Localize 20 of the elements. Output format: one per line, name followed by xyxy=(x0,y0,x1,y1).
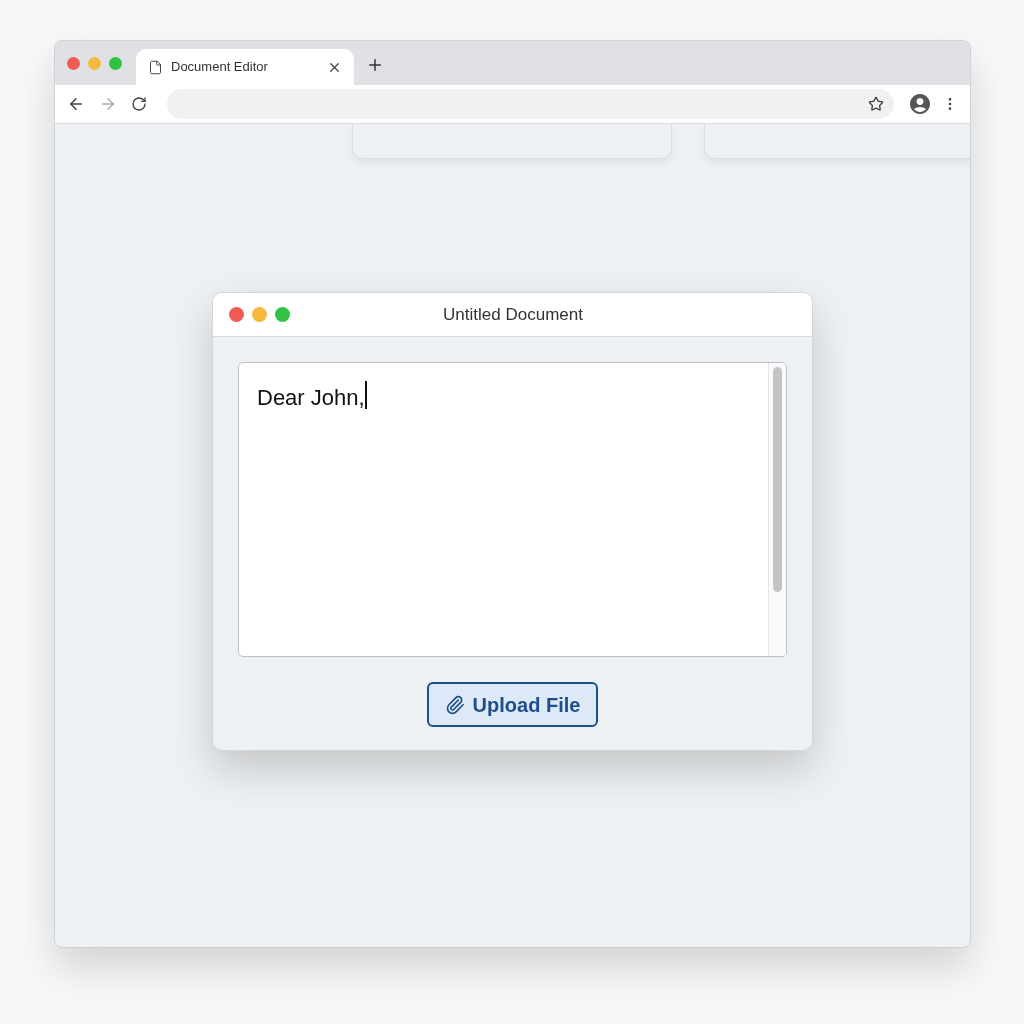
browser-tab[interactable]: Document Editor xyxy=(136,49,354,85)
star-icon[interactable] xyxy=(868,96,884,112)
close-window-button[interactable] xyxy=(67,56,80,70)
document-text: Dear John, xyxy=(257,384,365,412)
back-icon[interactable] xyxy=(67,95,85,113)
window-title: Untitled Document xyxy=(442,303,584,326)
paperclip-icon xyxy=(444,694,465,715)
forward-icon[interactable] xyxy=(99,95,117,113)
maximize-window-button[interactable] xyxy=(275,307,290,322)
scrollbar-thumb[interactable] xyxy=(773,367,782,592)
close-window-button[interactable] xyxy=(229,307,244,322)
tab-title: Document Editor xyxy=(171,58,269,77)
new-tab-icon[interactable] xyxy=(366,56,384,74)
maximize-window-button[interactable] xyxy=(109,56,122,70)
document-icon xyxy=(148,59,163,75)
upload-file-button[interactable]: Upload File xyxy=(426,682,599,727)
text-editor-field[interactable]: Dear John, xyxy=(238,362,787,657)
minimize-window-button[interactable] xyxy=(252,307,267,322)
profile-icon[interactable] xyxy=(908,92,932,116)
reload-icon[interactable] xyxy=(131,96,147,112)
